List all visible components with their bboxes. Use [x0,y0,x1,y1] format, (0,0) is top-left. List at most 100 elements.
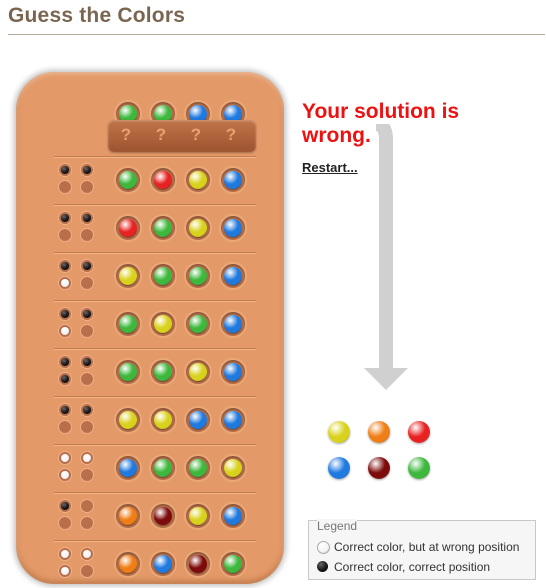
key-peg-hole [80,516,94,530]
white-key-peg [83,550,91,558]
black-key-peg [61,214,69,222]
key-peg-hole [80,355,94,369]
black-key-peg [83,166,91,174]
guess-row [16,444,284,492]
white-key-peg [61,327,69,335]
black-key-peg [61,375,69,383]
row-divider [54,540,256,542]
key-peg-hole [58,547,72,561]
guess-peg [149,262,177,290]
black-key-peg [83,214,91,222]
blue-ball [189,411,207,429]
legend-label: Correct color, but at wrong position [334,540,520,554]
green-ball [154,363,172,381]
black-key-peg [61,502,69,510]
blue-ball [224,267,242,285]
guess-peg [114,262,142,290]
palette-red-ball[interactable] [408,421,430,443]
guess-row [16,204,284,252]
key-peg-hole [58,307,72,321]
darkred-ball [154,507,172,525]
key-peg-hole [80,324,94,338]
key-peg-hole [80,564,94,578]
guess-peg [219,358,247,386]
guess-peg [149,406,177,434]
black-key-peg [83,358,91,366]
darkred-ball [189,555,207,573]
green-ball [154,267,172,285]
key-peg-hole [80,451,94,465]
page-title: Guess the Colors [8,4,186,27]
red-ball [154,171,172,189]
guess-peg [149,550,177,578]
guess-row [16,540,284,588]
blue-ball [224,171,242,189]
key-peg-hole [80,307,94,321]
palette-yellow-ball[interactable] [328,421,350,443]
black-key-peg [61,262,69,270]
blue-ball [224,363,242,381]
game-board: ???? [16,72,284,584]
black-key-icon [317,561,328,572]
guess-peg [114,502,142,530]
key-peg-hole [58,355,72,369]
legend-title: Legend [317,519,358,533]
white-key-peg [61,454,69,462]
palette-darkred-ball[interactable] [368,457,390,479]
orange-ball [119,555,137,573]
green-ball [119,171,137,189]
guess-peg [149,310,177,338]
row-divider [54,252,256,254]
key-peg-hole [80,276,94,290]
guess-peg [149,454,177,482]
guess-peg [114,358,142,386]
key-peg-hole [80,180,94,194]
guess-peg [184,358,212,386]
yellow-ball [189,219,207,237]
solution-row: ???? [16,72,284,154]
green-ball [189,315,207,333]
green-ball [154,219,172,237]
guess-peg [184,454,212,482]
green-ball [119,315,137,333]
guess-row [16,396,284,444]
key-peg-hole [80,228,94,242]
guess-peg [219,262,247,290]
blue-ball [224,507,242,525]
green-ball [189,459,207,477]
guess-peg [149,214,177,242]
legend: Legend Correct color, but at wrong posit… [308,519,536,580]
row-divider [54,348,256,350]
hidden-mark: ? [120,125,132,144]
blue-ball [224,411,242,429]
row-divider [54,300,256,302]
green-ball [154,459,172,477]
key-peg-hole [58,564,72,578]
red-ball [119,219,137,237]
key-peg-hole [58,403,72,417]
row-divider [54,444,256,446]
guess-peg [184,166,212,194]
guess-row [16,156,284,204]
blue-ball [119,459,137,477]
palette-orange-ball[interactable] [368,421,390,443]
key-peg-hole [58,499,72,513]
yellow-ball [154,411,172,429]
guess-peg [149,502,177,530]
yellow-ball [224,459,242,477]
palette-green-ball[interactable] [408,457,430,479]
guess-row [16,348,284,396]
guess-row [16,252,284,300]
key-peg-hole [80,420,94,434]
key-peg-hole [58,372,72,386]
guess-peg [184,406,212,434]
green-ball [189,267,207,285]
row-divider [54,492,256,494]
guess-peg [114,214,142,242]
legend-label: Correct color, correct position [334,560,491,574]
palette-blue-ball[interactable] [328,457,350,479]
restart-link[interactable]: Restart... [302,160,358,175]
white-key-peg [61,471,69,479]
guess-peg [114,310,142,338]
guess-row [16,492,284,540]
